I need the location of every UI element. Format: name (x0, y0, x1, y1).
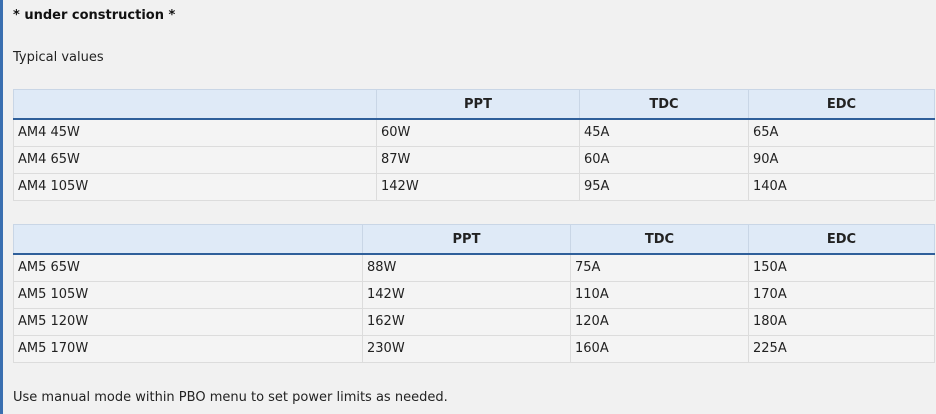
under-construction-notice: * under construction * (13, 8, 176, 23)
cpu-cell: AM5 170W (13, 334, 363, 363)
header-cell-tdc: TDC (570, 224, 749, 255)
table-header-row: PPT TDC EDC (13, 89, 935, 120)
ppt-cell: 142W (362, 280, 571, 309)
table-row: AM5 65W 88W 75A 150A (13, 253, 935, 282)
footer-note: Use manual mode within PBO menu to set p… (13, 390, 448, 405)
table-row: AM5 105W 142W 110A 170A (13, 280, 935, 309)
table-row: AM4 45W 60W 45A 65A (13, 118, 935, 147)
ppt-cell: 88W (362, 253, 571, 282)
edc-cell: 140A (748, 172, 935, 201)
ppt-cell: 162W (362, 307, 571, 336)
tdc-cell: 45A (579, 118, 749, 147)
cpu-cell: AM5 65W (13, 253, 363, 282)
cpu-cell: AM4 65W (13, 145, 377, 174)
header-cell-ppt: PPT (362, 224, 571, 255)
table-row: AM5 170W 230W 160A 225A (13, 334, 935, 363)
left-accent-bar (0, 0, 3, 414)
tdc-cell: 60A (579, 145, 749, 174)
ppt-cell: 60W (376, 118, 580, 147)
tdc-cell: 120A (570, 307, 749, 336)
edc-cell: 170A (748, 280, 935, 309)
table-row: AM4 105W 142W 95A 140A (13, 172, 935, 201)
header-cell-edc: EDC (748, 89, 935, 120)
cpu-cell: AM4 45W (13, 118, 377, 147)
table-row: AM5 120W 162W 120A 180A (13, 307, 935, 336)
table-row: AM4 65W 87W 60A 90A (13, 145, 935, 174)
header-cell-blank (13, 224, 363, 255)
tdc-cell: 160A (570, 334, 749, 363)
am5-power-table: PPT TDC EDC AM5 65W 88W 75A 150A AM5 105… (13, 224, 935, 363)
tdc-cell: 110A (570, 280, 749, 309)
header-cell-tdc: TDC (579, 89, 749, 120)
cpu-cell: AM5 120W (13, 307, 363, 336)
edc-cell: 65A (748, 118, 935, 147)
ppt-cell: 87W (376, 145, 580, 174)
edc-cell: 90A (748, 145, 935, 174)
table-header-row: PPT TDC EDC (13, 224, 935, 255)
header-cell-blank (13, 89, 377, 120)
tdc-cell: 75A (570, 253, 749, 282)
edc-cell: 150A (748, 253, 935, 282)
header-cell-ppt: PPT (376, 89, 580, 120)
edc-cell: 225A (748, 334, 935, 363)
intro-text: Typical values (13, 50, 104, 65)
tdc-cell: 95A (579, 172, 749, 201)
cpu-cell: AM4 105W (13, 172, 377, 201)
header-cell-edc: EDC (748, 224, 935, 255)
edc-cell: 180A (748, 307, 935, 336)
am4-power-table: PPT TDC EDC AM4 45W 60W 45A 65A AM4 65W … (13, 89, 935, 201)
cpu-cell: AM5 105W (13, 280, 363, 309)
ppt-cell: 142W (376, 172, 580, 201)
ppt-cell: 230W (362, 334, 571, 363)
